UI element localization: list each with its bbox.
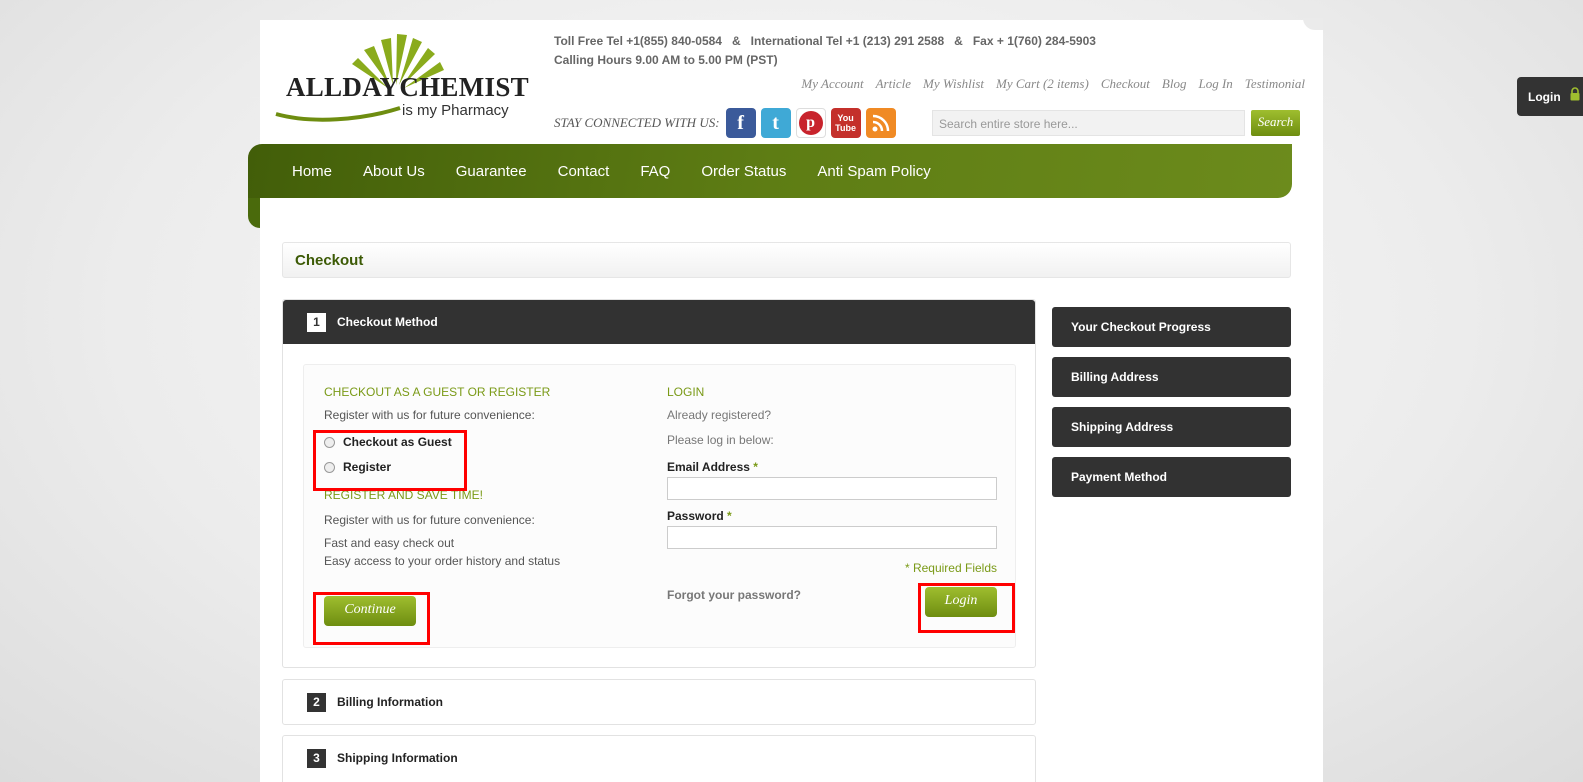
facebook-icon[interactable]: f — [725, 108, 756, 138]
highlight-continue-button — [313, 592, 430, 645]
youtube-icon[interactable]: You Tube — [830, 108, 861, 138]
login-heading: LOGIN — [667, 385, 705, 399]
rss-icon[interactable] — [865, 108, 896, 138]
nav-guarantee[interactable]: Guarantee — [456, 163, 527, 180]
page-title-bar: Checkout — [282, 242, 1291, 278]
nav-order-status[interactable]: Order Status — [701, 163, 786, 180]
top-link-testimonial[interactable]: Testimonial — [1245, 76, 1305, 92]
password-label: Password * — [667, 509, 732, 523]
nav-ribbon-tail — [248, 198, 260, 228]
required-mark: * — [753, 460, 758, 474]
top-link-my-account[interactable]: My Account — [801, 76, 863, 92]
step-title: Billing Information — [337, 695, 443, 709]
top-link-wishlist[interactable]: My Wishlist — [923, 76, 984, 92]
search-input[interactable]: Search entire store here... — [932, 110, 1245, 136]
register-intro: Register with us for future convenience: — [324, 513, 535, 527]
contact-phones: Toll Free Tel +1(855) 840-0584 & Interna… — [554, 34, 1096, 48]
sidebar-shipping-address[interactable]: Shipping Address — [1052, 407, 1291, 447]
sidebar-checkout-progress: Your Checkout Progress — [1052, 307, 1291, 347]
step-number: 1 — [307, 312, 326, 332]
top-links: My Account Article My Wishlist My Cart (… — [789, 76, 1305, 92]
highlight-login-button — [918, 583, 1015, 633]
required-mark: * — [727, 509, 732, 523]
contact-info: Toll Free Tel +1(855) 840-0584 & Interna… — [554, 32, 1096, 70]
top-link-checkout[interactable]: Checkout — [1101, 76, 1150, 92]
search-button[interactable]: Search — [1251, 110, 1300, 136]
step-title: Shipping Information — [337, 751, 458, 765]
login-line2: Please log in below: — [667, 433, 774, 447]
email-label-text: Email Address — [667, 460, 750, 474]
login-tab-label: Login — [1528, 90, 1561, 104]
top-link-login[interactable]: Log In — [1198, 76, 1232, 92]
forgot-password-link[interactable]: Forgot your password? — [667, 588, 801, 602]
password-label-text: Password — [667, 509, 724, 523]
main-nav: Home About Us Guarantee Contact FAQ Orde… — [248, 144, 1292, 198]
required-fields-note: * Required Fields — [904, 561, 997, 575]
login-line1: Already registered? — [667, 408, 772, 422]
step-header[interactable]: 1 Checkout Method — [283, 300, 1035, 344]
benefit-item: Fast and easy check out — [324, 536, 455, 550]
nav-faq[interactable]: FAQ — [640, 163, 670, 180]
email-field[interactable] — [667, 477, 997, 500]
password-field[interactable] — [667, 526, 997, 549]
step-number: 2 — [307, 692, 326, 712]
guest-intro: Register with us for future convenience: — [324, 408, 535, 422]
logo-tagline: is my Pharmacy — [402, 102, 509, 119]
social-label: STAY CONNECTED WITH US: — [554, 115, 720, 130]
page-title: Checkout — [295, 252, 364, 269]
login-side-tab[interactable]: Login — [1517, 77, 1583, 116]
pinterest-icon[interactable]: p — [795, 108, 826, 138]
step-shipping-information[interactable]: 3 Shipping Information — [282, 735, 1036, 782]
step-title: Checkout Method — [337, 315, 438, 329]
benefit-item: Easy access to your order history and st… — [324, 554, 561, 568]
top-link-blog[interactable]: Blog — [1162, 76, 1187, 92]
email-label: Email Address * — [667, 460, 758, 474]
sidebar-payment-method[interactable]: Payment Method — [1052, 457, 1291, 497]
top-link-cart[interactable]: My Cart (2 items) — [996, 76, 1089, 92]
highlight-radio-options — [313, 430, 467, 491]
nav-about-us[interactable]: About Us — [363, 163, 425, 180]
sidebar-billing-address[interactable]: Billing Address — [1052, 357, 1291, 397]
nav-contact[interactable]: Contact — [558, 163, 610, 180]
social-bar: STAY CONNECTED WITH US: f t p You Tube — [554, 108, 901, 138]
step-billing-information[interactable]: 2 Billing Information — [282, 679, 1036, 725]
top-link-article[interactable]: Article — [876, 76, 911, 92]
twitter-icon[interactable]: t — [760, 108, 791, 138]
site-logo[interactable]: ALLDAYCHEMIST is my Pharmacy — [272, 28, 532, 128]
page-container: ALLDAYCHEMIST is my Pharmacy Toll Free T… — [248, 18, 1323, 782]
logo-wordmark: ALLDAYCHEMIST — [286, 72, 529, 102]
nav-anti-spam-policy[interactable]: Anti Spam Policy — [817, 163, 930, 180]
step-number: 3 — [307, 748, 326, 768]
lock-icon — [1570, 87, 1580, 101]
guest-heading: CHECKOUT AS A GUEST OR REGISTER — [324, 385, 551, 399]
nav-home[interactable]: Home — [292, 163, 332, 180]
calling-hours: Calling Hours 9.00 AM to 5.00 PM (PST) — [554, 53, 778, 67]
